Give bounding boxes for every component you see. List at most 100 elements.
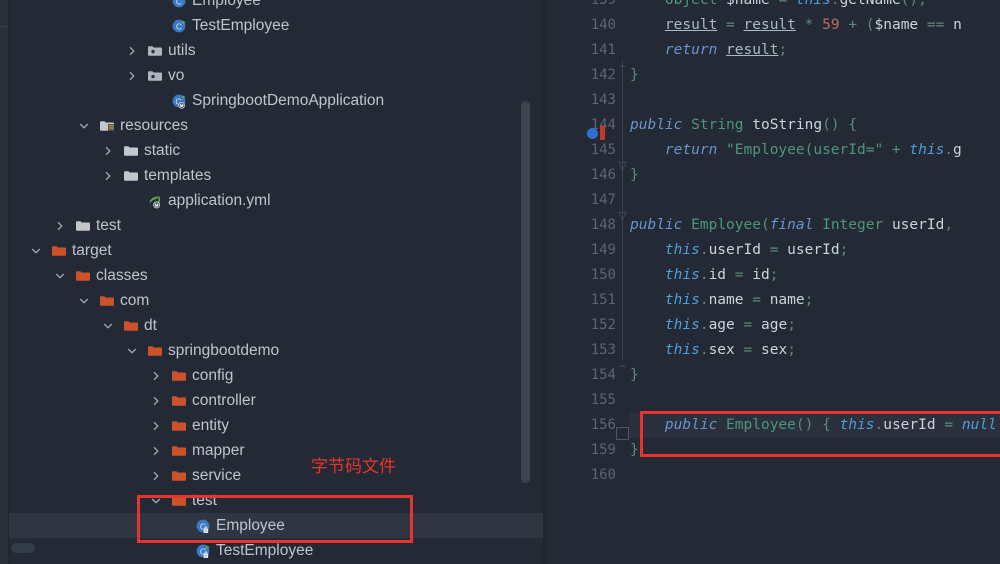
fold-toggle-icon[interactable]: – (616, 60, 629, 73)
svg-text:C: C (176, 0, 182, 6)
tree-item-classes[interactable]: classes (9, 263, 543, 288)
tree-item-vo[interactable]: vo (9, 63, 543, 88)
line-number: 145 (590, 142, 616, 158)
chevron-right-icon[interactable] (149, 463, 163, 488)
folder-orange-icon (147, 338, 164, 363)
folder-orange-icon (51, 238, 68, 263)
line-number: 156 (590, 417, 616, 433)
tree-item-utils[interactable]: utils (9, 38, 543, 63)
tree-item-label: resources (120, 117, 189, 134)
tree-item-label: application.yml (168, 192, 271, 209)
tree-item-target[interactable]: target (9, 238, 543, 263)
code-line[interactable]: public Employee(final Integer userId, (630, 213, 953, 238)
chevron-right-icon[interactable] (125, 38, 139, 63)
code-line[interactable]: } (630, 363, 639, 388)
chevron-right-icon[interactable] (53, 213, 67, 238)
java-class-run-icon: C (171, 13, 188, 38)
editor-gutter[interactable]: 139 140 141 142 143 144 145 146 147 148 149 150 151 1… (545, 0, 630, 564)
tree-item-label: controller (192, 392, 256, 409)
editor-area[interactable]: 139 140 141 142 143 144 145 146 147 148 149 150 151 1… (545, 0, 1000, 564)
tree-item-dt[interactable]: dt (9, 313, 543, 338)
line-number: 139 (590, 0, 616, 8)
line-number: 154 (590, 367, 616, 383)
code-line[interactable]: this.name = name; (630, 288, 813, 313)
line-number: 143 (590, 92, 616, 108)
tree-item-templates[interactable]: templates (9, 163, 543, 188)
code-line[interactable]: public String toString() { (630, 113, 857, 138)
tree-item-mapper[interactable]: mapper (9, 438, 543, 463)
chevron-down-icon[interactable] (77, 113, 91, 138)
breakpoint-icon[interactable] (587, 128, 598, 139)
chevron-right-icon[interactable] (149, 438, 163, 463)
code-line[interactable]: return result; (630, 38, 787, 63)
tree-item-entity[interactable]: entity (9, 413, 543, 438)
folder-grey-icon (75, 213, 92, 238)
collapsed-fold-icon[interactable] (616, 427, 629, 440)
tree-item-label: classes (96, 267, 148, 284)
tree-item-test[interactable]: test (9, 213, 543, 238)
code-line[interactable]: } (630, 163, 639, 188)
tree-item-config[interactable]: config (9, 363, 543, 388)
project-tree-horizontal-scrollbar[interactable] (11, 543, 35, 553)
bookmark-icon[interactable] (600, 126, 605, 140)
tree-item-resources[interactable]: resources (9, 113, 543, 138)
tree-item-employee[interactable]: C Employee (9, 0, 543, 13)
chevron-right-icon[interactable] (149, 413, 163, 438)
tree-item-service[interactable]: service (9, 463, 543, 488)
annotation-box-code (640, 411, 1000, 457)
tree-item-label: entity (192, 417, 230, 434)
code-line[interactable]: this.sex = sex; (630, 338, 796, 363)
code-line[interactable]: return "Employee(userId=" + this.g (630, 138, 962, 163)
tree-item-label: vo (168, 67, 185, 84)
tree-item-label: static (144, 142, 181, 159)
spring-class-icon: C (171, 88, 188, 113)
project-tree[interactable]: C Employee C TestEmployee utils vo C Springboot… (9, 0, 543, 564)
line-number: 151 (590, 292, 616, 308)
chevron-right-icon[interactable] (125, 63, 139, 88)
line-number: 160 (590, 467, 616, 483)
tree-item-label: templates (144, 167, 212, 184)
code-line[interactable]: this.userId = userId; (630, 238, 848, 263)
tree-item-springbootdemo[interactable]: springbootdemo (9, 338, 543, 363)
folder-orange-icon (171, 463, 188, 488)
code-line[interactable]: this.age = age; (630, 313, 796, 338)
chevron-down-icon[interactable] (53, 263, 67, 288)
folder-orange-icon (99, 288, 116, 313)
fold-toggle-icon[interactable]: ▽ (616, 210, 629, 223)
chevron-down-icon[interactable] (77, 288, 91, 313)
code-line[interactable]: result = result * 59 + ($name == n (630, 13, 962, 38)
code-line[interactable]: Object $name = this.getName(); (630, 0, 927, 13)
folder-orange-icon (171, 388, 188, 413)
chevron-down-icon[interactable] (125, 338, 139, 363)
ide-window: C Employee C TestEmployee utils vo C Springboot… (0, 0, 1000, 564)
tree-item-testemployee[interactable]: C TestEmployee (9, 13, 543, 38)
chevron-down-icon[interactable] (101, 313, 115, 338)
fold-toggle-icon[interactable]: – (616, 360, 629, 373)
folder-grey-icon (123, 163, 140, 188)
code-line[interactable]: this.id = id; (630, 263, 779, 288)
fold-toggle-icon[interactable]: ▽ (616, 160, 629, 173)
tree-item-controller[interactable]: controller (9, 388, 543, 413)
tree-item-label: SpringbootDemoApplication (192, 92, 385, 109)
editor-code[interactable]: Object $name = this.getName(); result = … (630, 0, 1000, 564)
line-number: 155 (590, 392, 616, 408)
tree-item-static[interactable]: static (9, 138, 543, 163)
tree-item-application-yml[interactable]: application.yml (9, 188, 543, 213)
project-tree-vertical-scrollbar[interactable] (521, 101, 530, 483)
chevron-right-icon[interactable] (149, 388, 163, 413)
line-number: 149 (590, 242, 616, 258)
line-number: 147 (590, 192, 616, 208)
folder-grey-icon (123, 138, 140, 163)
annotation-box-tree (137, 495, 413, 543)
line-number: 150 (590, 267, 616, 283)
code-line[interactable]: } (630, 438, 639, 463)
tree-item-com[interactable]: com (9, 288, 543, 313)
tree-item-springbootdemoapplication[interactable]: C SpringbootDemoApplication (9, 88, 543, 113)
chevron-right-icon[interactable] (101, 163, 115, 188)
chevron-right-icon[interactable] (101, 138, 115, 163)
chevron-down-icon[interactable] (29, 238, 43, 263)
folder-orange-icon (123, 313, 140, 338)
code-line[interactable]: } (630, 63, 639, 88)
chevron-right-icon[interactable] (149, 363, 163, 388)
line-number: 153 (590, 342, 616, 358)
